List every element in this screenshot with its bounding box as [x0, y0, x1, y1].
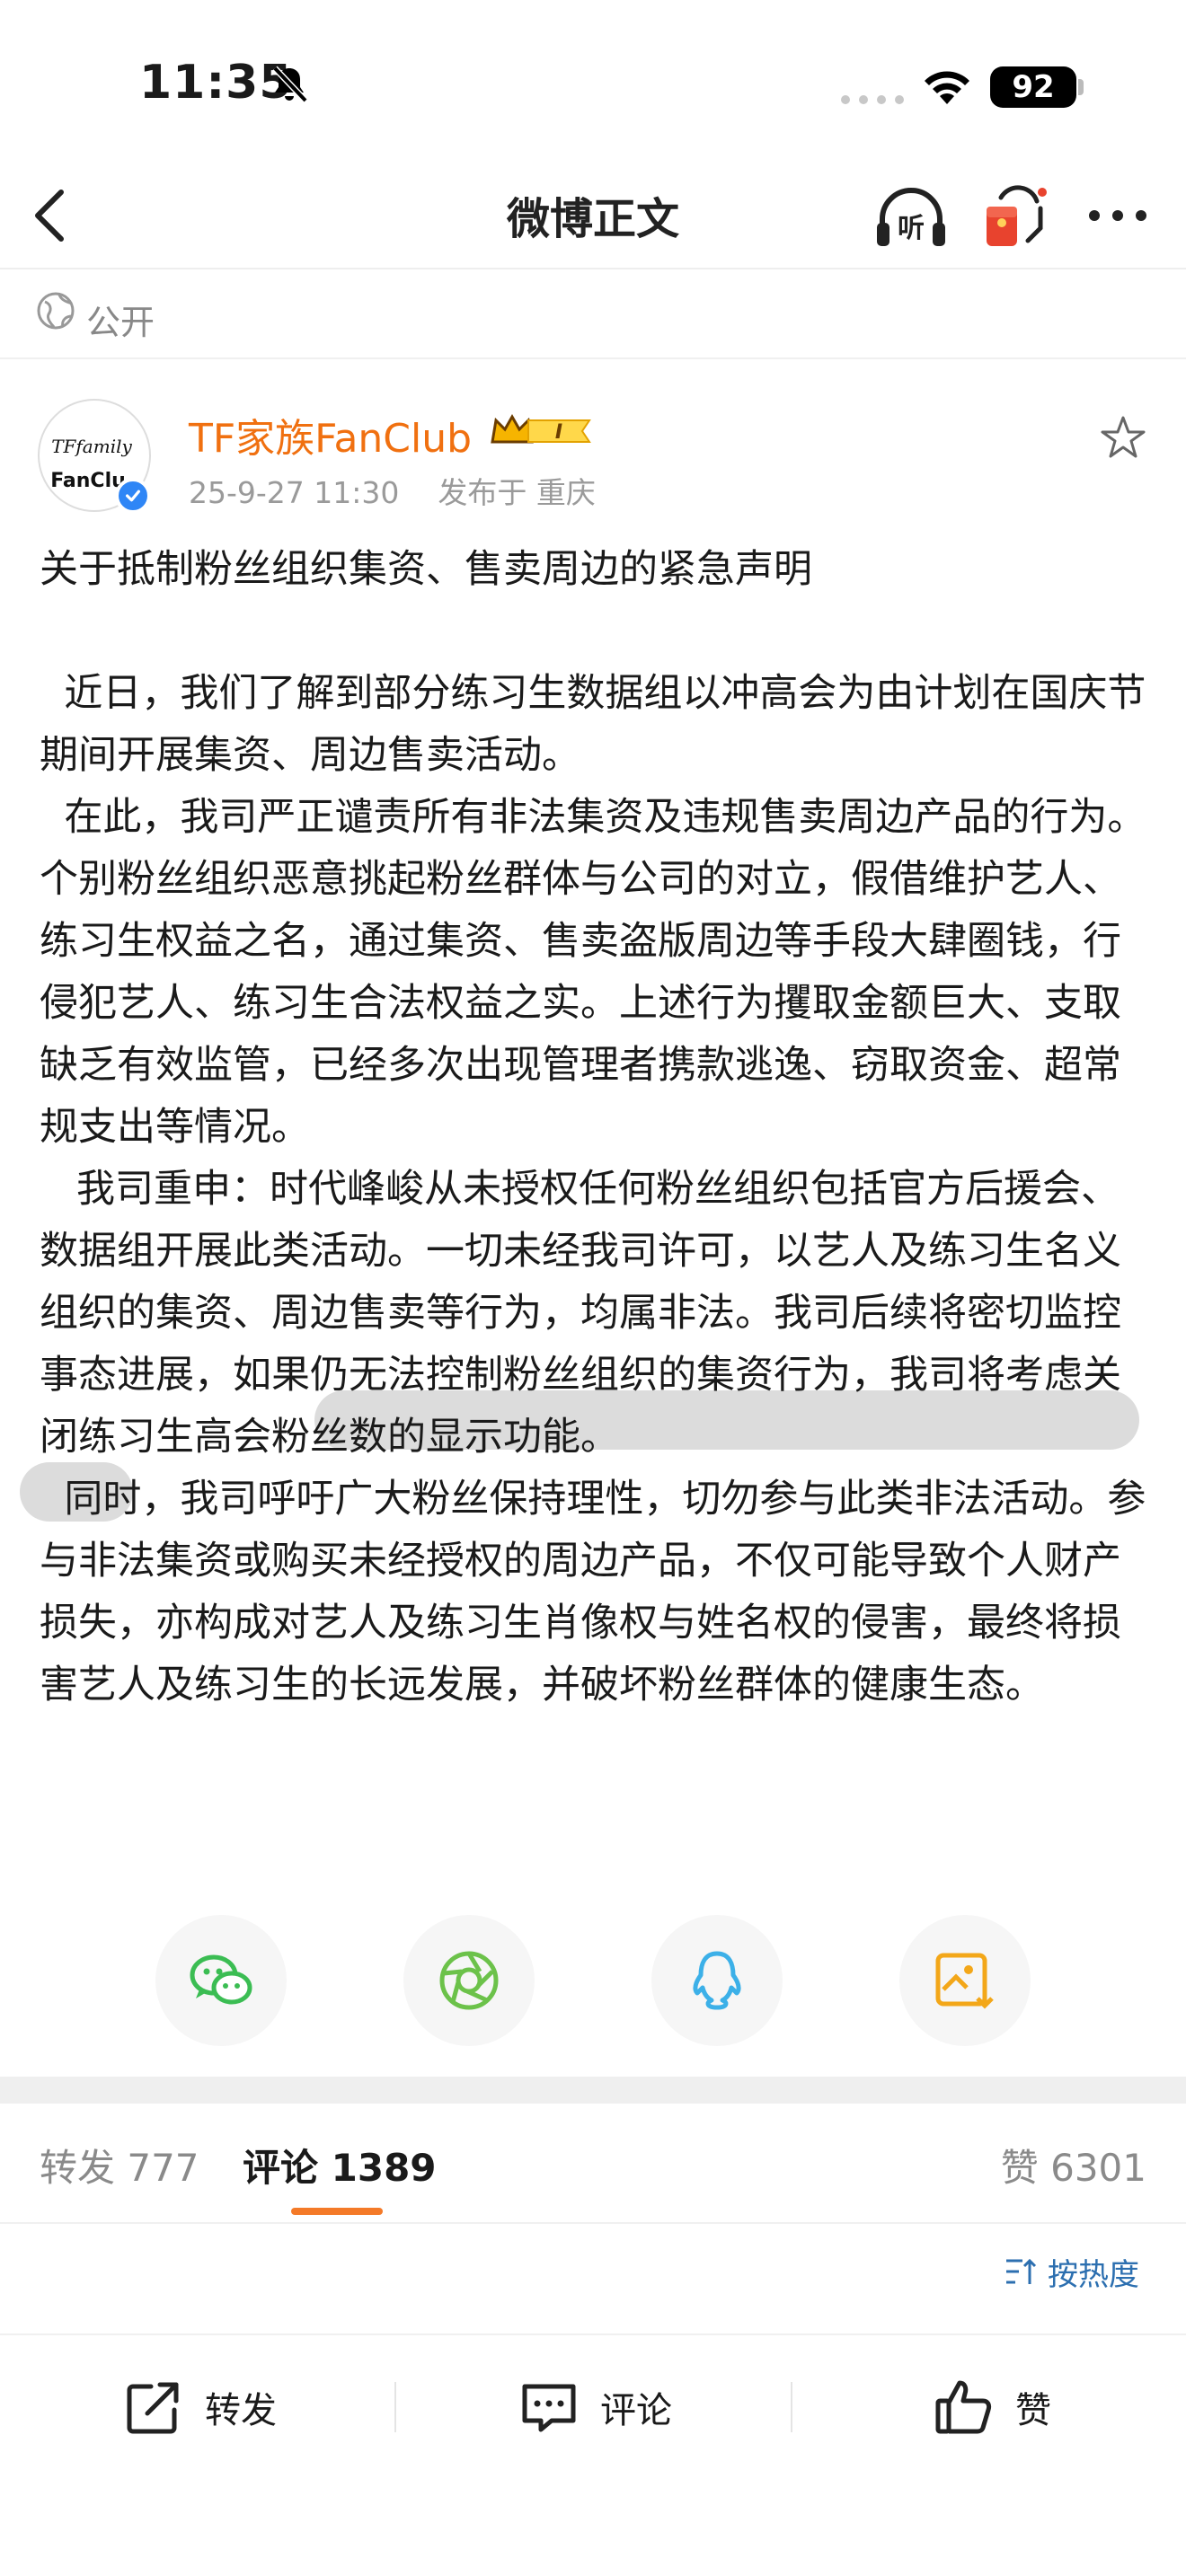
tab-like[interactable]: 赞 6301 — [1001, 2138, 1146, 2192]
post-paragraph: 我司重申：时代峰峻从未授权任何粉丝组织包括官方后援会、数据组开展此类活动。一切未… — [40, 1167, 1121, 1460]
save-image-icon — [935, 1953, 994, 2009]
listen-label: 听 — [898, 213, 925, 244]
share-moments-button[interactable] — [403, 1915, 535, 2046]
divider — [394, 2382, 396, 2432]
comment-icon — [522, 2384, 576, 2432]
signal-icon — [841, 95, 904, 104]
battery-indicator: 92 — [990, 66, 1076, 108]
post-paragraph: 近日，我们了解到部分练习生数据组以冲高会为由计划在国庆节期间开展集资、周边售卖活… — [40, 671, 1146, 778]
post-timestamp: 25-9-27 11:30 — [189, 475, 400, 510]
sort-icon — [1006, 2258, 1037, 2284]
avatar-text-bottom: FanClu — [50, 470, 126, 492]
post-meta: 25-9-27 11:30 发布于 重庆 — [189, 469, 596, 512]
moments-icon — [439, 1951, 499, 2010]
tab-repost[interactable]: 转发 777 — [40, 2138, 199, 2192]
avatar-text-top: TFfamily — [51, 436, 132, 457]
visibility-label: 公开 — [86, 303, 155, 342]
like-button[interactable]: 赞 — [933, 2375, 1051, 2439]
repost-icon — [127, 2382, 179, 2434]
qq-icon — [693, 1951, 741, 2010]
battery-tip — [1078, 79, 1084, 95]
thumbs-up-icon — [935, 2380, 992, 2434]
repost-button[interactable]: 转发 — [122, 2375, 277, 2439]
listen-headphones-icon[interactable]: 听 — [873, 183, 949, 251]
status-bar: 11:35 92 — [0, 0, 1186, 162]
interaction-tabs: 转发 777 评论 1389 赞 6301 — [0, 2104, 1186, 2224]
verified-badge-icon — [115, 478, 151, 514]
post-paragraph: 在此，我司严正谴责所有非法集资及违规售卖周边产品的行为。个别粉丝组织恶意挑起粉丝… — [40, 795, 1146, 1150]
post-paragraph — [40, 601, 1154, 663]
post-paragraph: 同时，我司呼吁广大粉丝保持理性，切勿参与此类非法活动。参与非法集资或购买未经授权… — [40, 1477, 1146, 1707]
like-label: 赞 — [1015, 2390, 1051, 2431]
share-wechat-button[interactable] — [155, 1915, 287, 2046]
bell-muted-icon — [272, 66, 308, 103]
tab-comment[interactable]: 评论 1389 — [243, 2138, 437, 2192]
member-crown-icon: I — [491, 413, 591, 444]
post-title: 关于抵制粉丝组织集资、售卖周边的紧急声明 — [40, 547, 812, 592]
more-options-icon[interactable] — [1085, 198, 1150, 234]
share-qq-button[interactable] — [651, 1915, 783, 2046]
wechat-icon — [190, 1954, 252, 2005]
divider — [791, 2382, 792, 2432]
globe-icon — [37, 292, 75, 330]
favorite-star-icon[interactable] — [1098, 413, 1148, 463]
comment-label: 评论 — [600, 2390, 672, 2431]
sort-row: 按热度 — [0, 2224, 1186, 2335]
red-packet-icon[interactable] — [981, 181, 1053, 253]
post-location: 发布于 重庆 — [438, 475, 596, 510]
sort-label: 按热度 — [1048, 2256, 1139, 2293]
section-divider — [0, 2077, 1186, 2104]
comment-button[interactable]: 评论 — [518, 2375, 672, 2439]
author-name[interactable]: TF家族FanClub — [189, 406, 472, 463]
repost-label: 转发 — [205, 2390, 277, 2431]
rank-badge-text: I — [555, 421, 562, 444]
bottom-action-bar: 转发 评论 赞 — [0, 2335, 1186, 2479]
back-arrow-icon[interactable] — [25, 185, 79, 246]
post-body: 关于抵制粉丝组织集资、售卖周边的紧急声明 近日，我们了解到部分练习生数据组以冲高… — [40, 539, 1154, 1716]
wifi-icon — [925, 71, 969, 104]
visibility-row: 公开 — [0, 271, 1186, 359]
save-image-button[interactable] — [899, 1915, 1031, 2046]
active-tab-indicator — [291, 2208, 383, 2215]
nav-bar: 微博正文 听 — [0, 162, 1186, 269]
sort-by-hot-button[interactable]: 按热度 — [1003, 2249, 1139, 2294]
